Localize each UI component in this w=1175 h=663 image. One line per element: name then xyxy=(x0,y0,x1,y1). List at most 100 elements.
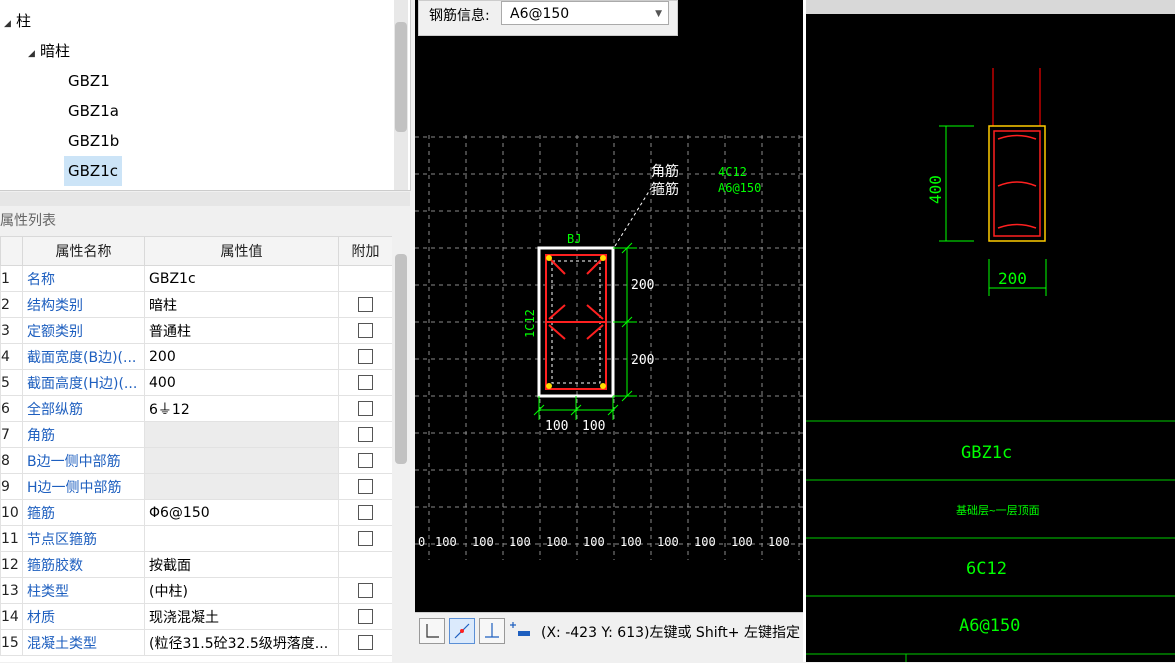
property-name: 箍筋胶数 xyxy=(22,551,145,578)
tree-node-label: GBZ1b xyxy=(68,132,120,150)
property-value[interactable]: (粒径31.5砼32.5级坍落度... xyxy=(144,629,339,656)
extra-checkbox[interactable] xyxy=(358,505,373,520)
chevron-down-icon[interactable]: ▼ xyxy=(655,2,662,26)
ortho-mode-button[interactable] xyxy=(419,618,445,644)
property-value[interactable]: 400 xyxy=(144,369,339,396)
property-value[interactable] xyxy=(144,473,339,500)
snap-mode-button[interactable] xyxy=(449,618,475,644)
preview-canvas[interactable]: 400 200 GBZ1c 基础层~一层顶面 6C12 A6@150 xyxy=(806,14,1175,662)
grid-axis-label: 100 xyxy=(768,535,790,549)
property-value[interactable] xyxy=(144,525,339,552)
property-name: 材质 xyxy=(22,603,145,630)
property-row[interactable]: 6 全部纵筋 6⏚12 xyxy=(0,395,392,422)
rebar-info-label: 钢筋信息: xyxy=(429,8,490,24)
tree-node-gbz1c[interactable]: GBZ1c xyxy=(64,156,122,186)
expand-arrow-icon[interactable]: ◢ xyxy=(4,9,16,39)
expand-arrow-icon[interactable]: ◢ xyxy=(28,39,40,69)
dynamic-input-button[interactable] xyxy=(509,618,535,644)
extra-checkbox[interactable] xyxy=(358,531,373,546)
property-extra-cell xyxy=(338,421,392,448)
column-header-value[interactable]: 属性值 xyxy=(144,236,339,266)
tree-scrollbar[interactable] xyxy=(394,0,408,190)
property-value[interactable]: GBZ1c xyxy=(144,265,339,292)
ortho-icon xyxy=(426,624,439,638)
preview-stirrup xyxy=(993,130,1041,237)
property-row[interactable]: 9 H边一侧中部筋 xyxy=(0,473,392,500)
property-row[interactable]: 11 节点区箍筋 xyxy=(0,525,392,552)
property-row[interactable]: 4 截面宽度(B边)(... 200 xyxy=(0,343,392,370)
section-drawing-canvas[interactable]: 角筋 箍筋 4C12 A6@150 BJ 1C12 200 200 100 10… xyxy=(415,0,805,612)
property-name: 全部纵筋 xyxy=(22,395,145,422)
property-row-number: 3 xyxy=(0,317,23,344)
width-dimension xyxy=(533,396,619,420)
property-row[interactable]: 8 B边一侧中部筋 xyxy=(0,447,392,474)
tree-node-gbz1a[interactable]: GBZ1a xyxy=(68,96,119,126)
preview-dim-height: 400 xyxy=(926,175,945,204)
perpendicular-button[interactable] xyxy=(479,618,505,644)
tree-scrollbar-thumb[interactable] xyxy=(395,22,407,132)
extra-checkbox[interactable] xyxy=(358,427,373,442)
grid-axis-label: 100 xyxy=(472,535,494,549)
extra-checkbox[interactable] xyxy=(358,453,373,468)
property-row[interactable]: 13 柱类型 (中柱) xyxy=(0,577,392,604)
property-value[interactable]: 暗柱 xyxy=(144,291,339,318)
property-row[interactable]: 14 材质 现浇混凝土 xyxy=(0,603,392,630)
property-extra-cell xyxy=(338,525,392,552)
property-row-number: 13 xyxy=(0,577,23,604)
property-row-number: 2 xyxy=(0,291,23,318)
property-value[interactable]: 6⏚12 xyxy=(144,395,339,422)
grid-axis-label: 100 xyxy=(657,535,679,549)
grid-axis-label: 100 xyxy=(694,535,716,549)
property-value[interactable]: Φ6@150 xyxy=(144,499,339,526)
property-row[interactable]: 15 混凝土类型 (粒径31.5砼32.5级坍落度... xyxy=(0,629,392,656)
rebar-info-select[interactable]: A6@150 ▼ xyxy=(501,1,669,25)
property-row[interactable]: 3 定额类别 普通柱 xyxy=(0,317,392,344)
property-name: 结构类别 xyxy=(22,291,145,318)
property-name: H边一侧中部筋 xyxy=(22,473,145,500)
corner-label: 角筋 xyxy=(651,163,679,180)
column-header-name[interactable]: 属性名称 xyxy=(22,236,145,266)
grid-axis-label: 100 xyxy=(731,535,753,549)
property-row[interactable]: 2 结构类别 暗柱 xyxy=(0,291,392,318)
property-name: 节点区箍筋 xyxy=(22,525,145,552)
extra-checkbox[interactable] xyxy=(358,375,373,390)
extra-checkbox[interactable] xyxy=(358,323,373,338)
extra-checkbox[interactable] xyxy=(358,479,373,494)
grid-axis-label: 100 xyxy=(435,535,457,549)
corner-value: 4C12 xyxy=(718,165,747,179)
property-row[interactable]: 12 箍筋胶数 按截面 xyxy=(0,551,392,578)
status-bar: (X: -423 Y: 613)左键或 Shift+ 左键指定 xyxy=(415,612,805,663)
property-value[interactable] xyxy=(144,421,339,448)
property-scrollbar[interactable] xyxy=(394,236,408,662)
dynamic-input-icon xyxy=(510,622,530,636)
property-value[interactable]: (中柱) xyxy=(144,577,339,604)
property-row[interactable]: 7 角筋 xyxy=(0,421,392,448)
property-row[interactable]: 10 箍筋 Φ6@150 xyxy=(0,499,392,526)
property-value[interactable]: 普通柱 xyxy=(144,317,339,344)
tree-node-gbz1[interactable]: GBZ1 xyxy=(68,66,110,96)
property-value[interactable]: 200 xyxy=(144,343,339,370)
property-value[interactable] xyxy=(144,447,339,474)
tree-node-column[interactable]: ◢ 柱 xyxy=(4,6,31,36)
column-header-extra[interactable]: 附加 xyxy=(338,236,392,266)
extra-checkbox[interactable] xyxy=(358,297,373,312)
extra-checkbox[interactable] xyxy=(358,583,373,598)
extra-checkbox[interactable] xyxy=(358,401,373,416)
extra-checkbox[interactable] xyxy=(358,609,373,624)
property-row-number: 5 xyxy=(0,369,23,396)
property-row-number: 4 xyxy=(0,343,23,370)
tree-node-gbz1b[interactable]: GBZ1b xyxy=(68,126,119,156)
property-extra-cell xyxy=(338,629,392,656)
extra-checkbox[interactable] xyxy=(358,635,373,650)
property-row[interactable]: 1 名称 GBZ1c xyxy=(0,265,392,292)
grid-axis-label: 100 xyxy=(546,535,568,549)
property-value[interactable]: 按截面 xyxy=(144,551,339,578)
panel-splitter[interactable] xyxy=(0,192,410,206)
property-scrollbar-thumb[interactable] xyxy=(395,254,407,464)
property-value[interactable]: 现浇混凝土 xyxy=(144,603,339,630)
component-tree: ◢ 柱 ◢ 暗柱 GBZ1 GBZ1a GBZ1b GBZ1c xyxy=(0,0,411,191)
property-extra-cell xyxy=(338,577,392,604)
extra-checkbox[interactable] xyxy=(358,349,373,364)
tree-node-hidden-column[interactable]: ◢ 暗柱 xyxy=(28,36,70,66)
property-row[interactable]: 5 截面高度(H边)(... 400 xyxy=(0,369,392,396)
